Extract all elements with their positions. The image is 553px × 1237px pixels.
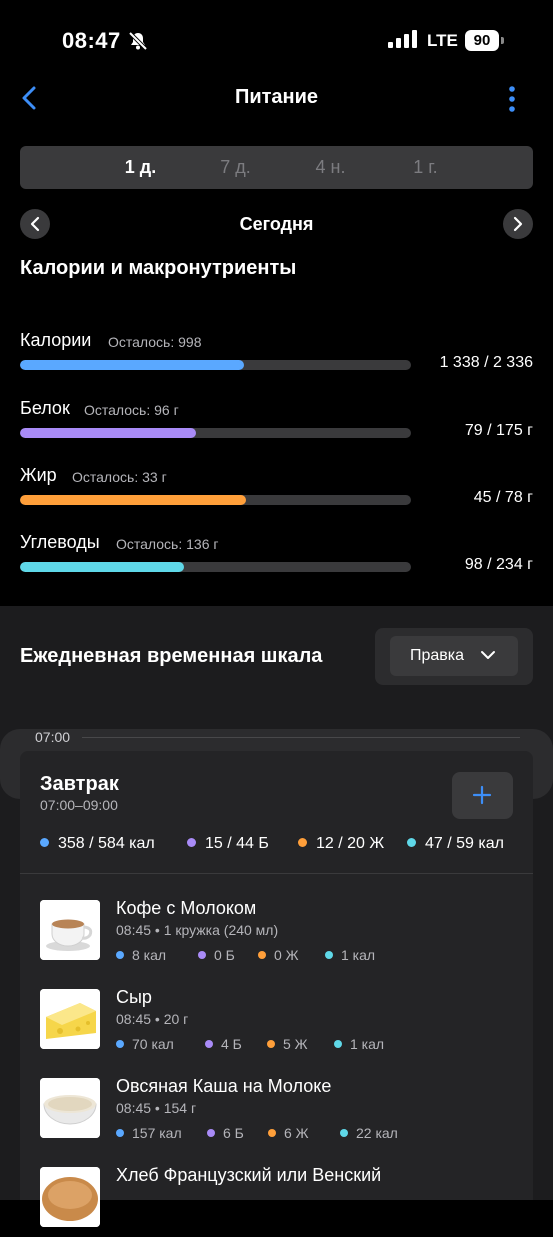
plus-icon xyxy=(472,785,492,805)
timeline-title: Ежедневная временная шкала xyxy=(20,645,323,667)
nutrient-value: 98 / 234 г xyxy=(464,556,533,573)
macros-section-title: Калории и макронутриенты xyxy=(20,257,297,279)
chevron-down-icon xyxy=(481,651,495,659)
food-name: Хлеб Французский или Венский xyxy=(116,1165,382,1185)
chevron-right-icon xyxy=(513,216,523,232)
food-macros: 157 кал 6 Б 6 Ж 22 кал xyxy=(116,1125,516,1141)
coffee-cup-image xyxy=(40,900,100,960)
meal-time-range: 07:00–09:00 xyxy=(40,797,118,813)
nutrient-row-calories: Калории Осталось: 998 1 338 / 2 336 xyxy=(20,330,533,380)
battery-icon: 90 xyxy=(465,30,505,51)
timeline-time-marker: 07:00 xyxy=(35,729,71,745)
period-tab-day[interactable]: 1 д. xyxy=(93,146,188,189)
period-tab-week[interactable]: 7 д. xyxy=(188,146,283,189)
nutrient-remaining: Осталось: 998 xyxy=(108,334,202,350)
nutrient-progress-track xyxy=(20,360,411,370)
add-food-button[interactable] xyxy=(452,772,513,819)
meal-macro-fat: 12 / 20 Ж xyxy=(298,835,384,853)
battery-level: 90 xyxy=(473,32,491,49)
nutrient-progress-track xyxy=(20,562,411,572)
nutrient-name: Белок xyxy=(20,398,70,418)
timeline-hour-line xyxy=(82,737,520,738)
food-macro-protein: 0 Б xyxy=(198,947,235,963)
nutrient-progress-fill xyxy=(20,562,184,572)
food-name: Овсяная Каша на Молоке xyxy=(116,1076,332,1096)
food-time-portion: 08:45 • 1 кружка (240 мл) xyxy=(116,922,279,938)
food-macro-fat: 6 Ж xyxy=(268,1125,309,1141)
cellular-signal-icon xyxy=(388,30,417,48)
period-tab-year[interactable]: 1 г. xyxy=(378,146,473,189)
cheese-image xyxy=(40,989,100,1049)
nutrient-row-carbs: Углеводы Осталось: 136 г 98 / 234 г xyxy=(20,532,533,582)
food-macro-carbs: 1 кал xyxy=(325,947,375,963)
nutrient-name: Калории xyxy=(20,330,92,350)
nutrient-name: Жир xyxy=(20,465,57,485)
next-day-button[interactable] xyxy=(503,209,533,239)
edit-dropdown-button[interactable]: Правка xyxy=(390,636,518,676)
oatmeal-bowl-image xyxy=(40,1078,100,1138)
nutrient-name: Углеводы xyxy=(20,532,100,552)
food-macro-calories: 157 кал xyxy=(116,1125,182,1141)
nutrient-row-protein: Белок Осталось: 96 г 79 / 175 г xyxy=(20,398,533,448)
meal-macro-calories: 358 / 584 кал xyxy=(40,835,155,853)
more-options-icon[interactable] xyxy=(508,86,516,112)
food-macro-carbs: 22 кал xyxy=(340,1125,398,1141)
nutrient-progress-track xyxy=(20,428,411,438)
divider xyxy=(20,873,533,874)
meal-macros: 358 / 584 кал 15 / 44 Б 12 / 20 Ж 47 / 5… xyxy=(40,835,520,855)
bread-image xyxy=(40,1167,100,1227)
food-macro-protein: 6 Б xyxy=(207,1125,244,1141)
nutrient-progress-fill xyxy=(20,428,197,438)
food-macros: 70 кал 4 Б 5 Ж 1 кал xyxy=(116,1036,516,1052)
period-tab-four-weeks[interactable]: 4 н. xyxy=(283,146,378,189)
nutrient-row-fat: Жир Осталось: 33 г 45 / 78 г xyxy=(20,465,533,515)
edit-label: Правка xyxy=(410,647,465,664)
status-time: 08:47 xyxy=(62,28,121,53)
food-name: Сыр xyxy=(116,987,152,1007)
food-name: Кофе с Молоком xyxy=(116,898,257,918)
food-macro-fat: 5 Ж xyxy=(267,1036,308,1052)
food-item[interactable]: Кофе с Молоком 08:45 • 1 кружка (240 мл)… xyxy=(40,898,520,970)
nutrient-progress-fill xyxy=(20,495,246,505)
edit-container: Правка xyxy=(375,628,533,685)
food-macro-calories: 8 кал xyxy=(116,947,166,963)
nutrient-remaining: Осталось: 136 г xyxy=(116,536,219,552)
food-time-portion: 08:45 • 154 г xyxy=(116,1100,197,1116)
nutrient-progress-track xyxy=(20,495,411,505)
nutrient-value: 1 338 / 2 336 xyxy=(439,354,533,371)
food-item[interactable]: Хлеб Французский или Венский xyxy=(40,1165,520,1237)
food-macros: 8 кал 0 Б 0 Ж 1 кал xyxy=(116,947,516,963)
meal-title: Завтрак xyxy=(40,773,119,795)
food-macro-protein: 4 Б xyxy=(205,1036,242,1052)
meal-macro-protein: 15 / 44 Б xyxy=(187,835,269,853)
period-segmented-control: 1 д. 7 д. 4 н. 1 г. xyxy=(20,146,533,189)
page-title: Питание xyxy=(234,86,319,108)
nutrient-remaining: Осталось: 33 г xyxy=(72,469,167,485)
food-item[interactable]: Сыр 08:45 • 20 г 70 кал 4 Б 5 Ж 1 кал xyxy=(40,987,520,1059)
nutrient-value: 45 / 78 г xyxy=(473,489,533,506)
nutrient-value: 79 / 175 г xyxy=(464,422,533,439)
food-macro-calories: 70 кал xyxy=(116,1036,174,1052)
bell-muted-icon xyxy=(128,31,148,51)
nutrient-progress-fill xyxy=(20,360,245,370)
meal-macro-carbs: 47 / 59 кал xyxy=(407,835,504,853)
food-time-portion: 08:45 • 20 г xyxy=(116,1011,189,1027)
food-macro-fat: 0 Ж xyxy=(258,947,299,963)
date-label: Сегодня xyxy=(239,214,314,234)
food-macro-carbs: 1 кал xyxy=(334,1036,384,1052)
nutrient-remaining: Осталось: 96 г xyxy=(84,402,179,418)
food-item[interactable]: Овсяная Каша на Молоке 08:45 • 154 г 157… xyxy=(40,1076,520,1148)
network-type: LTE xyxy=(427,31,458,50)
meal-card-breakfast[interactable]: Завтрак 07:00–09:00 358 / 584 кал 15 / 4… xyxy=(20,751,533,1227)
